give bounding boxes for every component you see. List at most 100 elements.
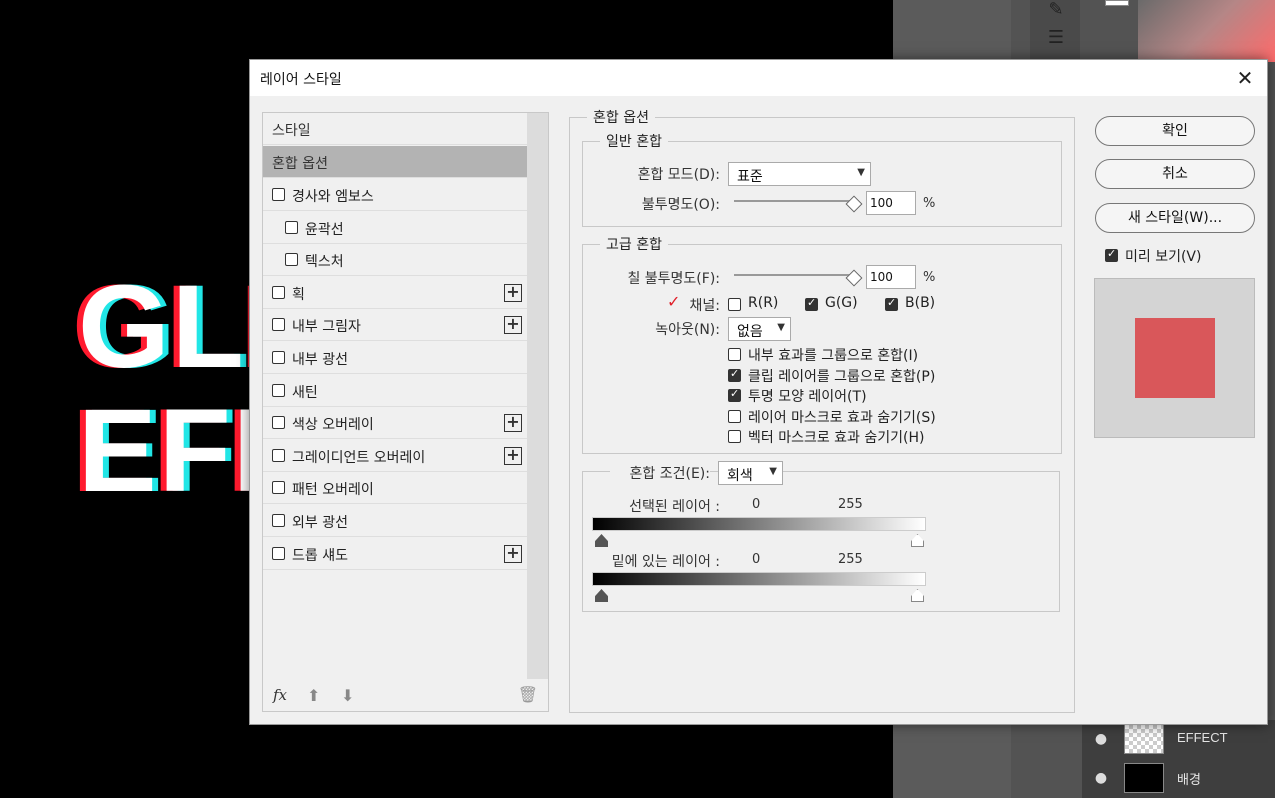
style-item-checkbox[interactable] [272, 481, 285, 495]
style-item[interactable]: 내부 그림자 + [263, 309, 527, 342]
style-item[interactable]: 드롭 섀도 + [263, 538, 527, 570]
styles-list: 스타일 혼합 옵션 경사와 엠보스 윤곽선 텍스처 획 + 내부 그림자 + 내부 광선 새틴 색… [263, 113, 527, 679]
blend-if-label: 혼합 조건(E): [610, 463, 710, 483]
layer-row[interactable]: ● 배경 [1082, 759, 1275, 797]
style-item-label: 외부 광선 [292, 515, 348, 531]
style-item-checkbox[interactable] [272, 383, 285, 397]
style-item-label: 색상 오버레이 [292, 417, 374, 434]
style-item-label: 윤곽선 [305, 221, 344, 238]
style-item[interactable]: 윤곽선 [263, 212, 527, 244]
style-item-checkbox[interactable] [272, 448, 285, 462]
underlying-layer-min: 0 [752, 552, 761, 567]
checkbox-box[interactable] [805, 296, 818, 311]
checkbox-box[interactable] [728, 348, 741, 361]
styles-header[interactable]: 스타일 [263, 113, 527, 145]
fill-opacity-slider[interactable] [734, 274, 854, 276]
trash-icon[interactable]: 🗑 [518, 685, 538, 704]
tool-strip: ✎ ☰ [1030, 0, 1080, 60]
blending-section-title: 혼합 옵션 [587, 107, 655, 127]
close-icon[interactable]: ✕ [1233, 66, 1257, 90]
fx-button[interactable]: fx [273, 686, 287, 704]
style-item-checkbox[interactable] [272, 546, 285, 560]
add-effect-icon[interactable]: + [504, 446, 522, 465]
checkbox-box[interactable] [728, 298, 741, 311]
blend-mode-select[interactable]: 표준 ▼ [728, 162, 871, 186]
adjustments-icon[interactable]: ☰ [1044, 28, 1068, 48]
add-effect-icon[interactable]: + [504, 283, 522, 302]
style-item-label: 획 [292, 286, 305, 303]
blend-mode-label: 혼합 모드(D): [637, 167, 720, 183]
style-item-label: 드롭 섀도 [292, 547, 348, 564]
general-blending-title: 일반 혼합 [600, 131, 668, 151]
chevron-down-icon: ▼ [769, 466, 777, 477]
knockout-select[interactable]: 없음 ▼ [728, 317, 791, 341]
style-item[interactable]: 그레이디언트 오버레이 + [263, 440, 527, 472]
checkbox-box[interactable] [728, 387, 741, 402]
add-effect-icon[interactable]: + [504, 414, 522, 433]
blend-if-select[interactable]: 회색 ▼ [718, 461, 783, 485]
style-item-checkbox[interactable] [285, 220, 298, 234]
style-item-blending-options[interactable]: 혼합 옵션 [263, 146, 527, 178]
eye-icon[interactable]: ● [1092, 769, 1110, 787]
checkbox-box[interactable] [885, 296, 898, 311]
advanced-option-label: 클립 레이어를 그룹으로 혼합(P) [748, 368, 936, 385]
style-item[interactable]: 색상 오버레이 + [263, 407, 527, 440]
style-item-checkbox[interactable] [272, 188, 285, 201]
style-item[interactable]: 패턴 오버레이 [263, 472, 527, 505]
style-item[interactable]: 경사와 엠보스 [263, 179, 527, 211]
cancel-button[interactable]: 취소 [1095, 159, 1255, 189]
knockout-value: 없음 [737, 324, 763, 340]
layer-style-dialog: 레이어 스타일 ✕ 스타일 혼합 옵션 경사와 엠보스 윤곽선 텍스처 획 + 내부 그림… [249, 59, 1268, 725]
style-item[interactable]: 텍스처 [263, 244, 527, 277]
fill-opacity-input[interactable]: 100 [866, 265, 916, 289]
style-item[interactable]: 획 + [263, 277, 527, 309]
checkbox-box[interactable] [728, 430, 741, 443]
style-item-checkbox[interactable] [272, 285, 285, 299]
dialog-titlebar: 레이어 스타일 ✕ [250, 60, 1267, 96]
style-item-checkbox[interactable] [272, 318, 285, 332]
swatch-white[interactable] [1105, 0, 1129, 6]
layer-thumbnail [1124, 763, 1164, 793]
style-item-label: 경사와 엠보스 [292, 189, 374, 205]
preview-swatch [1135, 318, 1215, 398]
checkbox-box[interactable] [728, 409, 741, 423]
move-up-icon[interactable]: ⬆ [307, 686, 320, 705]
styles-scrollbar[interactable] [527, 113, 548, 679]
checkbox-box[interactable] [728, 367, 741, 382]
ok-button[interactable]: 확인 [1095, 116, 1255, 146]
style-item[interactable]: 내부 광선 [263, 342, 527, 374]
advanced-option-label: 투명 모양 레이어(T) [748, 389, 867, 405]
opacity-input[interactable]: 100 [866, 191, 916, 215]
style-item-label: 패턴 오버레이 [292, 482, 374, 499]
brush-icon[interactable]: ✎ [1044, 0, 1068, 20]
chevron-down-icon: ▼ [857, 167, 865, 178]
layer-name: EFFECT [1177, 730, 1228, 745]
color-picker-field[interactable] [1138, 0, 1275, 62]
style-item[interactable]: 외부 광선 [263, 505, 527, 537]
opacity-percent: % [923, 196, 936, 211]
style-item-label: 텍스처 [305, 254, 344, 271]
styles-header-label: 스타일 [272, 123, 311, 139]
underlying-layer-gradient [592, 572, 926, 586]
style-item-checkbox[interactable] [272, 416, 285, 430]
advanced-blending-title: 고급 혼합 [600, 234, 668, 254]
checkbox-box[interactable] [1105, 247, 1118, 262]
layers-panel: ● EFFECT ● 배경 [1082, 720, 1275, 798]
eye-icon[interactable]: ● [1092, 730, 1110, 748]
style-item-label: 혼합 옵션 [272, 156, 328, 172]
add-effect-icon[interactable]: + [504, 316, 522, 335]
style-item-checkbox[interactable] [272, 514, 285, 527]
new-style-button[interactable]: 새 스타일(W)... [1095, 203, 1255, 233]
layer-row[interactable]: ● EFFECT [1082, 720, 1275, 758]
move-down-icon[interactable]: ⬇ [341, 686, 354, 705]
style-item[interactable]: 새틴 [263, 375, 527, 407]
blend-if-group [582, 471, 1060, 612]
style-item-checkbox[interactable] [285, 253, 298, 267]
styles-panel: 스타일 혼합 옵션 경사와 엠보스 윤곽선 텍스처 획 + 내부 그림자 + 내부 광선 새틴 색… [262, 112, 549, 712]
add-effect-icon[interactable]: + [504, 544, 522, 563]
this-layer-label: 선택된 레이어 : [629, 499, 720, 515]
this-layer-max: 255 [838, 497, 863, 512]
style-item-checkbox[interactable] [272, 351, 285, 364]
advanced-option-label: 벡터 마스크로 효과 숨기기(H) [748, 430, 925, 446]
opacity-slider[interactable] [734, 200, 854, 202]
